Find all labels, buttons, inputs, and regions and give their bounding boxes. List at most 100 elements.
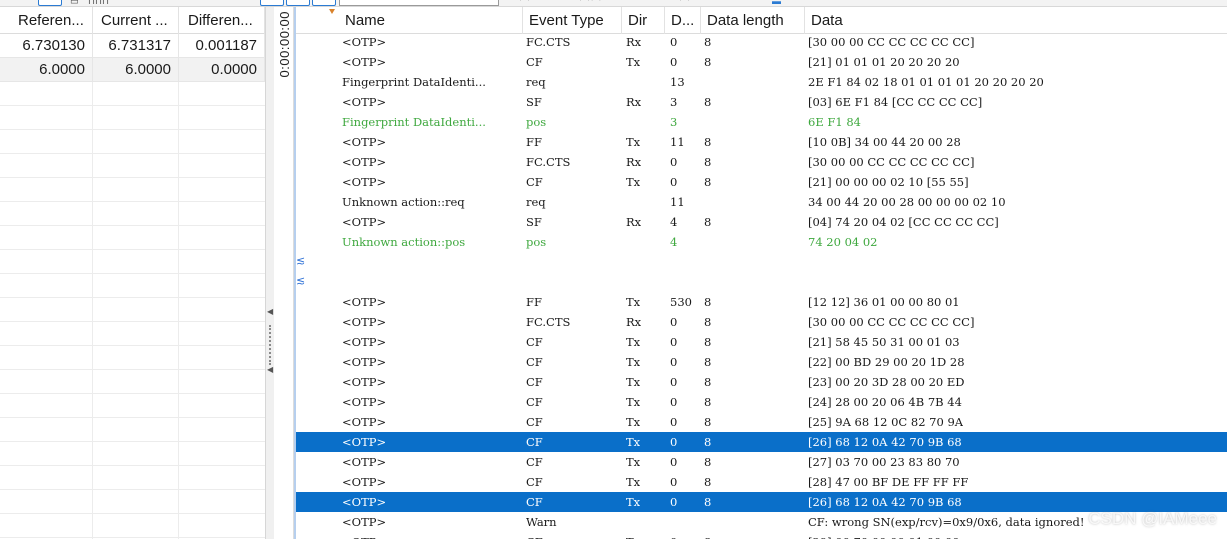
time-column: 0:00:00:00 — [274, 7, 294, 539]
toolbar-icon[interactable]: ▬ — [772, 0, 781, 6]
column-header-dir[interactable]: Dir — [622, 7, 665, 34]
trace-dir: Tx — [626, 295, 641, 309]
table-row[interactable]: <OTP> CF Tx 0 8 [26] 68 12 0A 42 70 9B 68 — [296, 432, 1227, 452]
table-row[interactable]: <OTP> CF Tx 0 8 [27] 03 70 00 23 83 80 70 — [296, 452, 1227, 472]
empty-row — [0, 298, 265, 322]
table-row[interactable]: <OTP> CF Tx 0 8 [21] 58 45 50 31 00 01 03 — [296, 332, 1227, 352]
trace-data-length: 8 — [704, 495, 712, 509]
trace-dir: Tx — [626, 395, 641, 409]
toolbar-button[interactable] — [38, 0, 62, 6]
trace-data-length: 8 — [704, 355, 712, 369]
trace-event-type: CF — [526, 375, 543, 389]
trace-data-length: 8 — [704, 95, 712, 109]
trace-data: [30 00 00 CC CC CC CC CC] — [808, 35, 975, 49]
toolbar-icon[interactable]: ⌒ — [680, 0, 689, 6]
empty-row — [0, 274, 265, 298]
column-header-dlc[interactable]: D... — [665, 7, 701, 34]
search-input[interactable] — [339, 0, 499, 6]
splitter-grip[interactable] — [269, 325, 271, 365]
gap-marker-icon: ≲ — [296, 255, 306, 267]
trace-data-length: 8 — [704, 215, 712, 229]
trace-data: [22] 00 BD 29 00 20 1D 28 — [808, 355, 965, 369]
empty-row — [0, 154, 265, 178]
toolbar-button[interactable] — [286, 0, 310, 6]
toolbar-icon[interactable]: ▭ — [70, 0, 79, 6]
trace-data: [23] 00 20 3D 28 00 20 ED — [808, 375, 965, 389]
compare-grid-header: Referen... Current ... Differen... — [0, 7, 265, 34]
table-row[interactable]: <OTP> FF Tx 11 8 [10 0B] 34 00 44 20 00 28 — [296, 132, 1227, 152]
table-row[interactable]: <OTP> CF Tx 0 8 [25] 9A 68 12 0C 82 70 9A — [296, 412, 1227, 432]
toolbar-button[interactable] — [260, 0, 284, 6]
table-row[interactable]: <OTP> FC.CTS Rx 0 8 [30 00 00 CC CC CC CC CC] — [296, 152, 1227, 172]
trace-dir: Rx — [626, 35, 642, 49]
trace-name: <OTP> — [342, 355, 387, 369]
empty-row — [0, 250, 265, 274]
table-row[interactable]: <OTP> SF Rx 3 8 [03] 6E F1 84 [CC CC CC CC] — [296, 92, 1227, 112]
table-row[interactable]: Unknown action::req req 11 34 00 44 20 00 2… — [296, 192, 1227, 212]
trace-data: [21] 58 45 50 31 00 01 03 — [808, 335, 960, 349]
toolbar-icon[interactable]: ⌒ ⌒ — [580, 0, 601, 6]
trace-data: [28] 47 00 BF DE FF FF FF — [808, 475, 969, 489]
table-row[interactable]: <OTP> SF Rx 4 8 [04] 74 20 04 02 [CC CC CC CC… — [296, 212, 1227, 232]
trace-event-type: CF — [526, 495, 543, 509]
column-header-reference[interactable]: Referen... — [0, 7, 93, 34]
trace-event-type: pos — [526, 115, 547, 129]
trace-dlc: 0 — [670, 475, 678, 489]
table-row[interactable]: <OTP> CF Tx 0 8 [23] 00 20 3D 28 00 20 ED — [296, 372, 1227, 392]
trace-data: [25] 9A 68 12 0C 82 70 9A — [808, 415, 964, 429]
trace-dir: Tx — [626, 495, 641, 509]
toolbar-icon[interactable]: ⊓⊓⊓ — [88, 0, 109, 6]
trace-name: <OTP> — [342, 375, 387, 389]
column-header-current[interactable]: Current ... — [93, 7, 179, 34]
table-row[interactable]: 6.730130 6.731317 0.001187 — [0, 34, 265, 58]
trace-event-type: FC.CTS — [526, 315, 571, 329]
column-header-data[interactable]: Data — [805, 7, 1227, 34]
toolbar-button[interactable] — [312, 0, 336, 6]
empty-row — [0, 490, 265, 514]
table-row[interactable]: 6.0000 6.0000 0.0000 — [0, 58, 265, 82]
collapse-left-icon[interactable]: ◀ — [267, 365, 273, 374]
trace-name: Fingerprint DataIdenti... — [342, 75, 486, 89]
trace-data: [26] 68 12 0A 42 70 9B 68 — [808, 435, 962, 449]
table-row[interactable]: <OTP> CF Tx 0 8 [21] 00 00 00 02 10 [55 55] — [296, 172, 1227, 192]
trace-event-type: req — [526, 195, 546, 209]
table-row[interactable]: <OTP> FC.CTS Rx 0 8 [30 00 00 CC CC CC CC CC] — [296, 32, 1227, 52]
trace-data-length: 8 — [704, 532, 711, 539]
column-header-name[interactable]: Name — [339, 7, 523, 34]
trace-data: [03] 6E F1 84 [CC CC CC CC] — [808, 95, 983, 109]
difference-value: 0.0000 — [179, 58, 265, 82]
table-row[interactable]: <OTP> CF Tx 0 8 [29] 00 70 00 00 01 00 00 — [296, 532, 1227, 539]
trace-name: <OTP> — [342, 495, 387, 509]
table-row[interactable]: Fingerprint DataIdenti... pos 3 6E F1 84 — [296, 112, 1227, 132]
table-row[interactable]: Fingerprint DataIdenti... req 13 2E F1 84 0… — [296, 72, 1227, 92]
table-row[interactable]: <OTP> CF Tx 0 8 [24] 28 00 20 06 4B 7B 44 — [296, 392, 1227, 412]
table-row[interactable]: <OTP> CF Tx 0 8 [28] 47 00 BF DE FF FF FF — [296, 472, 1227, 492]
toolbar-icon[interactable]: ⌒ — [520, 0, 529, 6]
trace-data: [21] 01 01 01 20 20 20 20 — [808, 55, 960, 69]
trace-dlc: 0 — [670, 335, 678, 349]
column-header-data-length[interactable]: Data length — [701, 7, 805, 34]
table-row[interactable]: <OTP> CF Tx 0 8 [22] 00 BD 29 00 20 1D 28 — [296, 352, 1227, 372]
empty-row — [0, 418, 265, 442]
collapse-left-icon[interactable]: ◀ — [267, 307, 273, 316]
column-header-difference[interactable]: Differen... — [179, 7, 265, 34]
trace-data-length: 8 — [704, 295, 712, 309]
trace-event-type: FF — [526, 135, 542, 149]
trace-data-length: 8 — [704, 435, 712, 449]
table-row[interactable]: <OTP> FF Tx 530 8 [12 12] 36 01 00 00 80 01 — [296, 292, 1227, 312]
pane-splitter[interactable]: ◀ ◀ — [265, 7, 274, 539]
empty-row — [0, 82, 265, 106]
trace-name: <OTP> — [342, 532, 386, 539]
trace-data-length: 8 — [704, 35, 712, 49]
trace-dlc: 0 — [670, 35, 678, 49]
trace-name: <OTP> — [342, 395, 387, 409]
table-row[interactable]: <OTP> FC.CTS Rx 0 8 [30 00 00 CC CC CC CC CC] — [296, 312, 1227, 332]
trace-name: <OTP> — [342, 215, 387, 229]
trace-dir: Tx — [626, 175, 641, 189]
table-row[interactable]: <OTP> CF Tx 0 8 [21] 01 01 01 20 20 20 20 — [296, 52, 1227, 72]
trace-dir: Tx — [626, 455, 641, 469]
trace-dir: Tx — [626, 475, 641, 489]
filter-icon[interactable] — [329, 9, 335, 14]
column-header-event-type[interactable]: Event Type — [523, 7, 622, 34]
table-row[interactable]: Unknown action::pos pos 4 74 20 04 02 — [296, 232, 1227, 252]
